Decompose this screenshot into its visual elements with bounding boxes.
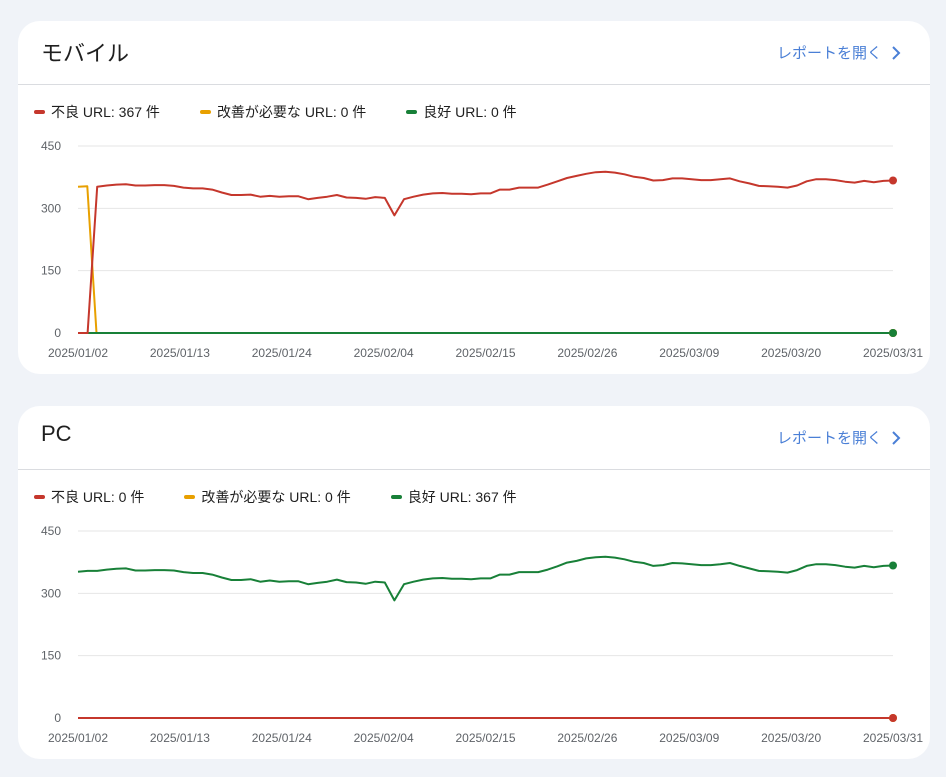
series-line-good — [77, 555, 894, 602]
chart-legend: 不良 URL: 367 件 改善が必要な URL: 0 件 良好 URL: 0 … — [34, 101, 557, 123]
x-tick-label: 2025/01/13 — [150, 346, 210, 360]
open-report-link[interactable]: レポートを開く — [777, 427, 902, 448]
chart-legend: 不良 URL: 0 件 改善が必要な URL: 0 件 良好 URL: 367 … — [34, 486, 557, 508]
card-header: PC レポートを開く — [18, 406, 930, 470]
legend-item-poor[interactable]: 不良 URL: 0 件 — [34, 487, 144, 507]
report-card-mobile: モバイル レポートを開く 不良 URL: 367 件 改善が必要な URL: 0… — [18, 21, 930, 374]
legend-item-needs-improvement[interactable]: 改善が必要な URL: 0 件 — [199, 102, 367, 122]
open-report-link[interactable]: レポートを開く — [777, 42, 902, 63]
legend-swatch-good — [406, 110, 418, 114]
line-chart: 0 150 300 450 2025/01/02 2025/01/13 2025/01/24… — [41, 139, 923, 360]
x-tick-label: 2025/03/31 — [863, 731, 923, 745]
legend-swatch-poor — [34, 495, 45, 499]
y-tick-label: 450 — [41, 139, 61, 153]
x-tick-label: 2025/02/15 — [455, 346, 515, 360]
x-tick-label: 2025/01/24 — [252, 731, 312, 745]
legend-label: 改善が必要な URL: 0 件 — [201, 489, 351, 505]
x-tick-label: 2025/02/26 — [557, 731, 617, 745]
x-tick-label: 2025/01/02 — [48, 346, 108, 360]
series-end-marker — [889, 176, 897, 185]
legend-swatch-needs-improvement — [184, 495, 196, 499]
card-title: モバイル — [41, 41, 130, 66]
legend-label: 不良 URL: 0 件 — [51, 489, 145, 505]
y-tick-label: 0 — [54, 326, 61, 340]
y-tick-label: 150 — [41, 264, 61, 278]
legend-item-good[interactable]: 良好 URL: 367 件 — [390, 487, 517, 507]
legend-label: 良好 URL: 0 件 — [423, 104, 517, 120]
legend-item-good[interactable]: 良好 URL: 0 件 — [406, 102, 517, 122]
y-tick-label: 150 — [41, 649, 61, 663]
legend-label: 改善が必要な URL: 0 件 — [216, 104, 367, 120]
card-header: モバイル レポートを開く — [18, 21, 930, 85]
open-report-label: レポートを開く — [776, 430, 882, 447]
y-tick-label: 0 — [54, 711, 61, 725]
x-tick-label: 2025/03/20 — [761, 346, 821, 360]
line-chart: 0 150 300 450 2025/01/02 2025/01/13 2025/01/24… — [41, 524, 923, 745]
open-report-label: レポートを開く — [776, 45, 882, 62]
legend-swatch-needs-improvement — [199, 110, 211, 114]
chevron-right-icon — [892, 45, 901, 60]
x-tick-label: 2025/02/26 — [557, 346, 617, 360]
report-card-pc: PC レポートを開く 不良 URL: 0 件 改善が必要な URL: 0 件 良… — [18, 406, 930, 759]
legend-label: 不良 URL: 367 件 — [51, 104, 160, 120]
series-end-marker — [889, 561, 897, 570]
series-end-marker — [889, 714, 897, 722]
x-tick-label: 2025/03/09 — [659, 346, 719, 360]
x-tick-label: 2025/01/24 — [252, 346, 312, 360]
x-tick-label: 2025/01/13 — [150, 731, 210, 745]
y-tick-label: 300 — [41, 586, 61, 600]
x-tick-label: 2025/03/20 — [761, 731, 821, 745]
series-end-marker — [889, 329, 897, 337]
x-tick-label: 2025/02/04 — [354, 346, 414, 360]
legend-swatch-poor — [34, 110, 45, 114]
x-tick-label: 2025/03/09 — [659, 731, 719, 745]
x-tick-label: 2025/03/31 — [863, 346, 923, 360]
legend-label: 良好 URL: 367 件 — [407, 489, 517, 505]
card-title: PC — [41, 421, 72, 446]
legend-item-poor[interactable]: 不良 URL: 367 件 — [34, 102, 160, 122]
x-tick-label: 2025/02/15 — [455, 731, 515, 745]
legend-swatch-good — [390, 495, 402, 499]
x-tick-label: 2025/02/04 — [354, 731, 414, 745]
legend-item-needs-improvement[interactable]: 改善が必要な URL: 0 件 — [184, 487, 351, 507]
chevron-right-icon — [892, 430, 901, 445]
y-tick-label: 450 — [41, 524, 61, 538]
x-tick-label: 2025/01/02 — [48, 731, 108, 745]
series-line-poor — [78, 170, 894, 334]
y-tick-label: 300 — [41, 201, 61, 215]
